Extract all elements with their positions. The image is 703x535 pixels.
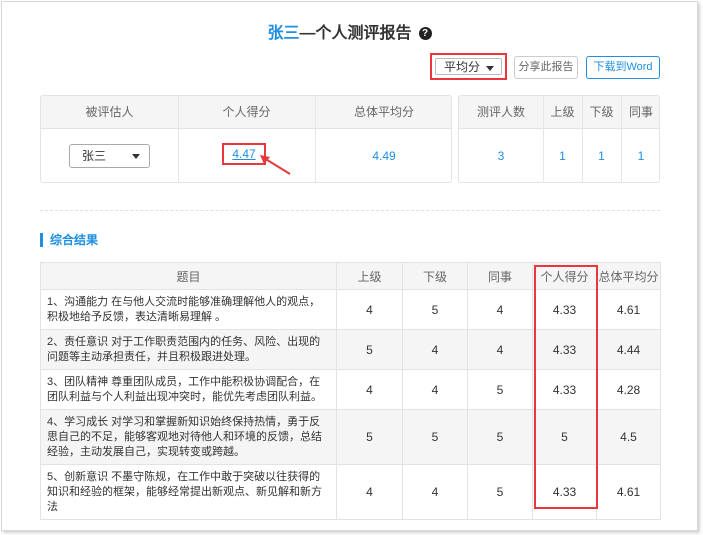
subordinate-cell: 4 (402, 329, 468, 370)
subordinate-cell: 4 (402, 464, 468, 520)
superior-cell: 4 (336, 289, 403, 330)
report-window: 张三—个人测评报告? 平均分 分享此报告 下载到Word 被评估人 个人得分 总… (1, 1, 698, 531)
peer-cell: 5 (467, 464, 533, 520)
question-cell: 1、沟通能力 在与他人交流时能够准确理解他人的观点，积极地给予反馈，表达清晰易理… (40, 289, 337, 330)
rater-count-header: 测评人数 上级 下级 同事 (459, 96, 659, 129)
col-overall-avg: 总体平均分 (596, 262, 661, 290)
score-type-select[interactable]: 平均分 (435, 58, 502, 75)
overall-avg-cell: 4.5 (596, 409, 661, 465)
header-superior: 上级 (550, 105, 575, 119)
peer-cell: 4 (467, 329, 533, 370)
section-title: 综合结果 (40, 233, 98, 247)
evaluatee-select[interactable]: 张三 (69, 144, 150, 168)
col-peer: 同事 (467, 262, 533, 290)
personal-score-cell: 5 (532, 409, 597, 465)
rater-count-panel: 测评人数 上级 下级 同事 3 1 1 1 (458, 95, 660, 183)
peer-cell: 4 (467, 289, 533, 330)
col-personal-score: 个人得分 (532, 262, 597, 290)
evaluatee-value: 张三 (82, 149, 107, 163)
header-peer: 同事 (628, 105, 653, 119)
table-row: 5、创新意识 不墨守陈规，在工作中敢于突破以往获得的知识和经验的框架，能够经常提… (40, 464, 661, 520)
table-row: 4、学习成长 对学习和掌握新知识始终保持热情，勇于反思自己的不足，能够客观地对待… (40, 409, 661, 465)
question-cell: 5、创新意识 不墨守陈规，在工作中敢于突破以往获得的知识和经验的框架，能够经常提… (40, 464, 337, 520)
section-divider (40, 210, 660, 211)
download-word-button[interactable]: 下载到Word (586, 56, 660, 79)
overall-avg-cell: 4.61 (596, 289, 661, 330)
question-cell: 4、学习成长 对学习和掌握新知识始终保持热情，勇于反思自己的不足，能够客观地对待… (40, 409, 337, 465)
question-cell: 3、团队精神 尊重团队成员，工作中能积极协调配合，在团队利益与个人利益出现冲突时… (40, 369, 337, 410)
subordinate-cell: 5 (402, 409, 468, 465)
score-type-value: 平均分 (444, 60, 481, 74)
table-row: 2、责任意识 对于工作职责范围内的任务、风险、出现的问题等主动承担责任，并且积极… (40, 329, 661, 370)
header-overall-avg: 总体平均分 (353, 105, 414, 119)
overall-avg-cell: 4.44 (596, 329, 661, 370)
subordinate-count-value[interactable]: 1 (582, 129, 621, 182)
question-cell: 2、责任意识 对于工作职责范围内的任务、风险、出现的问题等主动承担责任，并且积极… (40, 329, 337, 370)
caret-down-icon (486, 66, 494, 71)
col-superior: 上级 (336, 262, 403, 290)
page-title: 张三—个人测评报告? (2, 19, 697, 43)
table-row: 3、团队精神 尊重团队成员，工作中能积极协调配合，在团队利益与个人利益出现冲突时… (40, 369, 661, 410)
peer-cell: 5 (467, 409, 533, 465)
annotation-arrow-icon (260, 155, 291, 175)
table-header-row: 题目 上级 下级 同事 个人得分 总体平均分 (40, 262, 661, 290)
superior-count-value[interactable]: 1 (543, 129, 582, 182)
overall-avg-value[interactable]: 4.49 (315, 129, 451, 182)
question-circle-icon[interactable]: ? (418, 27, 432, 40)
superior-cell: 5 (336, 409, 403, 465)
header-personal-score: 个人得分 (222, 105, 271, 119)
personal-score-cell: 4.33 (532, 369, 597, 410)
personal-score-cell: 4.33 (532, 464, 597, 520)
subordinate-cell: 4 (402, 369, 468, 410)
title-suffix: —个人测评报告 (299, 25, 412, 42)
title-person-name: 张三 (267, 25, 300, 42)
divider (178, 96, 179, 182)
summary-header: 被评估人 个人得分 总体平均分 (41, 96, 451, 129)
superior-cell: 4 (336, 369, 403, 410)
results-table: 题目 上级 下级 同事 个人得分 总体平均分 1、沟通能力 在与他人交流时能够准… (40, 262, 661, 520)
header-subordinate: 下级 (589, 105, 614, 119)
overall-avg-cell: 4.61 (596, 464, 661, 520)
superior-cell: 5 (336, 329, 403, 370)
table-row: 1、沟通能力 在与他人交流时能够准确理解他人的观点，积极地给予反馈，表达清晰易理… (40, 289, 661, 330)
col-question: 题目 (40, 262, 337, 290)
score-type-select-highlight: 平均分 (430, 53, 507, 80)
header-rater-count: 测评人数 (476, 105, 525, 119)
share-report-button[interactable]: 分享此报告 (514, 56, 578, 79)
subordinate-cell: 5 (402, 289, 468, 330)
peer-count-value[interactable]: 1 (621, 129, 659, 182)
rater-count-value[interactable]: 3 (459, 129, 543, 182)
peer-cell: 5 (467, 369, 533, 410)
caret-down-icon (132, 154, 140, 159)
header-evaluatee: 被评估人 (85, 105, 134, 119)
superior-cell: 4 (336, 464, 403, 520)
summary-panel: 被评估人 个人得分 总体平均分 张三 4.47 4.49 (40, 95, 452, 183)
overall-avg-cell: 4.28 (596, 369, 661, 410)
personal-score-cell: 4.33 (532, 289, 597, 330)
col-subordinate: 下级 (402, 262, 468, 290)
personal-score-cell: 4.33 (532, 329, 597, 370)
